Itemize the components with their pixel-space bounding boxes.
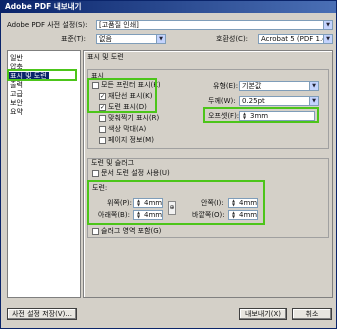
weight-value: 0.25pt	[242, 97, 265, 105]
save-preset-button[interactable]: 사전 설정 저장(V)...	[7, 308, 77, 320]
offset-highlight	[203, 107, 319, 123]
weight-select[interactable]: 0.25pt ▼	[239, 96, 319, 106]
type-value: 기본값	[242, 82, 262, 90]
bleed-group-label: 도련 및 슬러그	[91, 159, 135, 167]
include-slug-label: 슬러그 영역 포함(G)	[101, 227, 162, 235]
color-bars-checkbox[interactable]	[99, 126, 106, 133]
standard-select[interactable]: 없음 ▼	[96, 34, 166, 44]
weight-label: 두께(W):	[208, 97, 236, 105]
sidebar-item-general[interactable]: 일반	[10, 54, 23, 62]
section-title: 표시 및 도련	[87, 53, 124, 61]
inside-input[interactable]: ▲ ▼ 4mm	[228, 198, 258, 208]
chevron-down-icon: ▼	[156, 35, 165, 43]
compat-select[interactable]: Acrobat 5 (PDF 1.4) ▼	[258, 34, 333, 44]
standard-value: 없음	[99, 35, 112, 43]
sidebar-item-output[interactable]: 출력	[10, 81, 23, 89]
outside-input[interactable]: ▲ ▼ 4mm	[228, 210, 258, 220]
spin-arrows-icon[interactable]: ▲ ▼	[230, 199, 237, 207]
bottom-value: 4mm	[144, 211, 163, 219]
standard-label: 표준(T):	[61, 35, 86, 43]
use-doc-bleed-checkbox[interactable]	[92, 170, 99, 177]
spin-arrows-icon[interactable]: ▲ ▼	[230, 211, 237, 219]
registration-marks-checkbox[interactable]	[99, 115, 106, 122]
sidebar-item-advanced[interactable]: 고급	[10, 90, 23, 98]
inside-value: 4mm	[239, 199, 258, 207]
preset-value: [고품질 인쇄]	[99, 21, 139, 29]
top-label: 위쪽(P):	[107, 199, 132, 207]
window-title: Adobe PDF 내보내기	[1, 1, 336, 13]
top-value: 4mm	[144, 199, 163, 207]
preset-label: Adobe PDF 사전 설정(S):	[7, 21, 88, 29]
include-slug-checkbox[interactable]	[92, 228, 99, 235]
sidebar-item-summary[interactable]: 요약	[10, 108, 23, 116]
marks-highlight	[87, 78, 157, 113]
sidebar-item-security[interactable]: 보안	[10, 99, 23, 107]
color-bars-label: 색상 막대(A)	[108, 125, 147, 133]
export-button[interactable]: 내보내기(X)	[239, 308, 287, 320]
outside-value: 4mm	[239, 211, 258, 219]
bleed-label: 도련:	[92, 184, 108, 192]
chevron-down-icon: ▼	[323, 21, 332, 29]
preset-select[interactable]: [고품질 인쇄] ▼	[96, 20, 333, 30]
top-input[interactable]: ▲ ▼ 4mm	[133, 198, 163, 208]
chevron-down-icon: ▼	[309, 97, 318, 105]
spin-arrows-icon[interactable]: ▲ ▼	[135, 211, 142, 219]
registration-marks-label: 맞춰찍기 표시(R)	[108, 114, 160, 122]
chevron-down-icon: ▼	[323, 35, 332, 43]
sidebar-highlight	[7, 69, 77, 81]
compat-label: 호환성(C):	[216, 35, 249, 43]
bottom-label: 아래쪽(B):	[98, 211, 130, 219]
use-doc-bleed-label: 문서 도련 설정 사용(U)	[101, 169, 170, 177]
spin-arrows-icon[interactable]: ▲ ▼	[135, 199, 142, 207]
cancel-button[interactable]: 취소	[292, 308, 332, 320]
type-label: 유형(E):	[213, 82, 239, 90]
compat-value: Acrobat 5 (PDF 1.4)	[261, 35, 330, 43]
export-dialog: Adobe PDF 내보내기 Adobe PDF 사전 설정(S): [고품질 …	[0, 0, 337, 329]
type-select[interactable]: 기본값 ▼	[239, 81, 319, 91]
chevron-down-icon: ▼	[309, 82, 318, 90]
inside-label: 안쪽(I):	[201, 199, 224, 207]
page-info-label: 페이지 정보(M)	[108, 136, 154, 144]
chain-link-icon[interactable]: ⊕	[168, 201, 176, 215]
bottom-input[interactable]: ▲ ▼ 4mm	[133, 210, 163, 220]
page-info-checkbox[interactable]	[99, 137, 106, 144]
outside-label: 바깥쪽(O):	[192, 211, 225, 219]
sidebar-list: 일반 압축 표시 및 도련 출력 고급 보안 요약	[7, 50, 81, 298]
